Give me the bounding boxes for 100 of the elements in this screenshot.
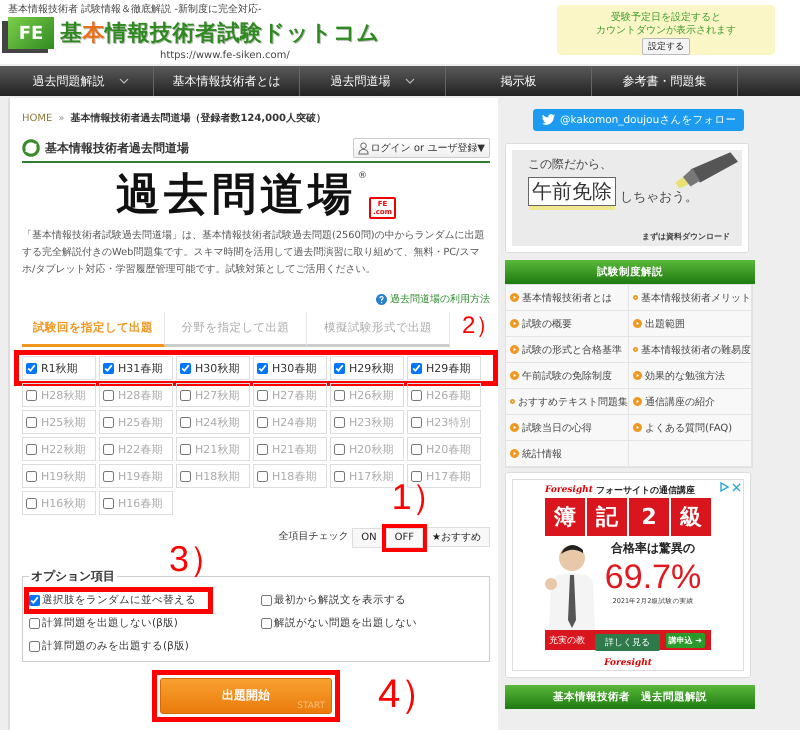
period-checkbox[interactable]: H29秋期 bbox=[330, 356, 404, 380]
checkbox[interactable] bbox=[411, 362, 422, 374]
banner-ad[interactable]: この際だから、 午前免除 しちゃおう。 まずは資料ダウンロード bbox=[505, 143, 749, 253]
checkbox[interactable] bbox=[103, 498, 114, 508]
nav-item[interactable]: 基本情報技術者とは bbox=[154, 66, 300, 96]
nav-item[interactable]: 掲示板 bbox=[446, 66, 592, 96]
checkbox[interactable] bbox=[26, 444, 37, 454]
checkbox[interactable] bbox=[103, 444, 114, 454]
site-url: https://www.fe-siken.com/ bbox=[160, 50, 291, 61]
site-title[interactable]: 基本情報技術者試験ドットコム bbox=[60, 18, 380, 48]
guide-link[interactable]: よくある質問(FAQ) bbox=[629, 415, 752, 441]
nav-item[interactable]: 過去問道場 bbox=[300, 66, 446, 96]
checkbox[interactable] bbox=[29, 594, 40, 606]
nav-item[interactable]: 過去問題解説 bbox=[8, 66, 154, 96]
checkbox[interactable] bbox=[257, 390, 268, 400]
checkbox[interactable] bbox=[103, 416, 114, 428]
option-checkbox[interactable]: 最初から解説文を表示する bbox=[261, 592, 406, 608]
guide-header: 試験制度解説 bbox=[505, 260, 755, 284]
breadcrumb-link[interactable]: HOME bbox=[22, 112, 52, 124]
guide-link[interactable]: 出題範囲 bbox=[629, 311, 752, 337]
checkbox[interactable] bbox=[257, 470, 268, 482]
checkbox[interactable] bbox=[334, 470, 345, 482]
period-checkbox[interactable]: R1秋期 bbox=[22, 356, 96, 380]
guide-link[interactable]: 午前試験の免除制度 bbox=[506, 363, 629, 389]
option-checkbox[interactable]: 計算問題を出題しない(β版) bbox=[29, 614, 178, 632]
guide-link[interactable]: 試験の概要 bbox=[506, 311, 629, 337]
checkbox[interactable] bbox=[103, 390, 114, 400]
guide-link[interactable]: 効果的な勉強方法 bbox=[629, 363, 752, 389]
ad-choices-icon[interactable] bbox=[719, 482, 729, 492]
apply-button[interactable]: 講申込 ➔ bbox=[666, 632, 705, 648]
checkbox[interactable] bbox=[180, 470, 191, 482]
checkbox[interactable] bbox=[334, 362, 345, 374]
checkbox[interactable] bbox=[29, 618, 40, 628]
bullet-icon bbox=[510, 397, 515, 406]
checkbox[interactable] bbox=[411, 444, 422, 454]
bullet-icon bbox=[633, 371, 642, 380]
login-button[interactable]: ログイン or ユーザ登録▼ bbox=[352, 138, 490, 158]
guide-link[interactable]: 基本情報技術者とは bbox=[506, 285, 629, 311]
checkbox[interactable] bbox=[411, 416, 422, 428]
logo-mark[interactable]: FE bbox=[8, 17, 54, 49]
banner-text: この際だから、 bbox=[528, 156, 613, 173]
checkbox[interactable] bbox=[26, 390, 37, 400]
guide-link[interactable]: 基本情報技術者の難易度 bbox=[629, 337, 752, 363]
period-checkbox[interactable]: H29春期 bbox=[407, 356, 481, 380]
checkbox[interactable] bbox=[26, 470, 37, 482]
options-legend: オプション項目 bbox=[29, 568, 117, 584]
ad-block: 級 bbox=[671, 498, 711, 536]
bird-icon bbox=[541, 114, 556, 126]
guide-link[interactable]: おすすめテキスト問題集 bbox=[506, 389, 629, 415]
guide-link[interactable]: 統計情報 bbox=[506, 441, 629, 467]
checkbox[interactable] bbox=[411, 390, 422, 400]
ad-text: フォーサイトの通信講座 bbox=[596, 484, 695, 496]
checkbox[interactable] bbox=[334, 444, 345, 454]
ad-rate: 69.7% bbox=[604, 557, 702, 597]
guide-link[interactable]: 試験の形式と合格基準 bbox=[506, 337, 629, 363]
help-link[interactable]: 過去問道場の利用方法 bbox=[376, 292, 490, 306]
annotation-number: 4） bbox=[378, 674, 440, 714]
checkbox[interactable] bbox=[261, 594, 272, 606]
twitter-follow-button[interactable]: @kakomon_doujouさんをフォロー bbox=[533, 109, 744, 131]
section-title: 基本情報技術者過去問道場 bbox=[45, 140, 190, 156]
checkbox[interactable] bbox=[180, 362, 191, 374]
period-checkbox[interactable]: H30秋期 bbox=[176, 356, 250, 380]
checkbox[interactable] bbox=[334, 416, 345, 428]
checkbox[interactable] bbox=[180, 416, 191, 428]
ad-block: 簿 bbox=[545, 498, 585, 536]
checkbox[interactable] bbox=[257, 362, 268, 374]
checkbox[interactable] bbox=[334, 390, 345, 400]
countdown-text: カウントダウンが表示されます bbox=[595, 24, 737, 37]
close-icon[interactable] bbox=[732, 483, 741, 492]
option-checkbox[interactable]: 解説がない問題を出題しない bbox=[261, 614, 417, 632]
guide-link[interactable]: 基本情報技術者メリット bbox=[629, 285, 752, 311]
checkbox[interactable] bbox=[26, 416, 37, 428]
checkbox[interactable] bbox=[411, 470, 422, 482]
checkbox[interactable] bbox=[26, 362, 37, 374]
checkbox[interactable] bbox=[261, 618, 272, 628]
nav-item[interactable]: 参考書・問題集 bbox=[592, 66, 738, 96]
bullet-icon bbox=[510, 449, 519, 458]
checkbox[interactable] bbox=[29, 640, 40, 652]
checkbox[interactable] bbox=[257, 416, 268, 428]
option-checkbox[interactable]: 計算問題のみを出題する(β版) bbox=[29, 638, 189, 654]
checkbox[interactable] bbox=[180, 390, 191, 400]
checkbox[interactable] bbox=[26, 498, 37, 508]
guide-header: 基本情報技術者 過去問題解説 bbox=[505, 685, 755, 709]
breadcrumb-current: 基本情報技術者過去問道場（登録者数124,000人突破） bbox=[70, 112, 326, 125]
checkbox[interactable] bbox=[180, 444, 191, 454]
period-checkbox[interactable]: H31春期 bbox=[99, 356, 173, 380]
checkbox[interactable] bbox=[103, 362, 114, 374]
bullet-icon bbox=[633, 397, 642, 406]
checkbox[interactable] bbox=[103, 470, 114, 482]
guide-link[interactable]: 試験当日の心得 bbox=[506, 415, 629, 441]
period-checkbox[interactable]: H30春期 bbox=[253, 356, 327, 380]
set-date-button[interactable]: 設定する bbox=[642, 38, 690, 55]
dojo-logo-text: 過去問道場 bbox=[116, 168, 356, 222]
guide-link[interactable]: 通信講座の紹介 bbox=[629, 389, 752, 415]
description-text: 「基本情報技術者試験過去問道場」は、基本情報技術者試験過去問題(2560問)の中からランダムに出題する完全解説付きのWeb問題集です。スキマ時間を活用して過去問演習に取り組めて、無料・PC/スマホ/タブレット対応・学習履歴管理可能です。試験対策としてご活用ください。 bbox=[22, 228, 486, 277]
checkbox[interactable] bbox=[257, 444, 268, 454]
bullet-icon bbox=[510, 345, 519, 354]
details-button[interactable]: 詳しく見る bbox=[595, 634, 660, 651]
site-tagline: 基本情報技術者 試験情報＆徹底解説 -新制度に完全対応- bbox=[8, 2, 263, 16]
option-checkbox[interactable]: 選択肢をランダムに並べ替える bbox=[29, 592, 208, 608]
